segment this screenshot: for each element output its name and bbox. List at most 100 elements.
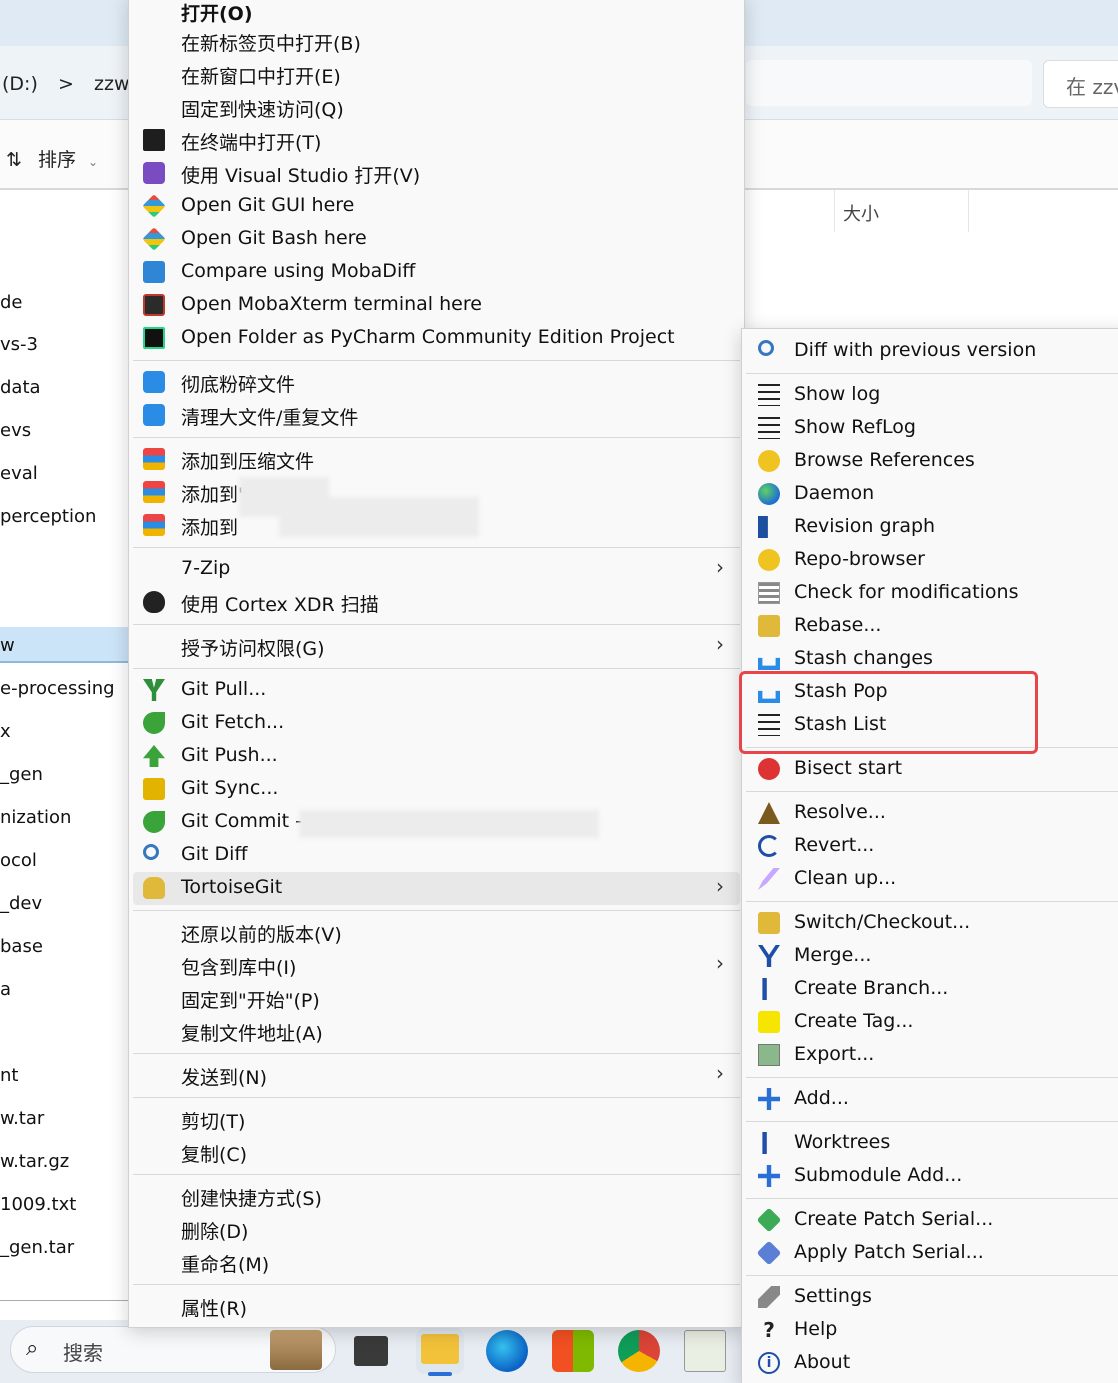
submenu-item[interactable]: Create Branch... xyxy=(746,973,1118,1006)
submenu-item[interactable]: Show log xyxy=(746,379,1118,412)
address-folder[interactable]: zzw xyxy=(94,73,130,95)
file-list-item[interactable]: de xyxy=(0,292,23,313)
menu-item[interactable]: 固定到"开始"(P) xyxy=(133,982,740,1015)
file-list-item[interactable]: evs xyxy=(0,420,31,441)
notepad-icon[interactable] xyxy=(684,1330,726,1372)
menu-item[interactable]: 发送到(N) › xyxy=(133,1059,740,1092)
explorer-search-input[interactable]: 在 zzv xyxy=(1043,60,1118,108)
menu-item[interactable]: Git Sync... xyxy=(133,773,740,806)
size-column-header[interactable]: 大小 xyxy=(834,190,969,232)
file-list-item[interactable]: base xyxy=(0,936,43,957)
submenu-item[interactable]: Show RefLog xyxy=(746,412,1118,445)
menu-item[interactable]: 还原以前的版本(V) xyxy=(133,916,740,949)
task-view-icon[interactable] xyxy=(354,1336,388,1366)
file-list-item[interactable]: nt xyxy=(0,1065,18,1086)
menu-item[interactable]: 复制(C) xyxy=(133,1136,740,1169)
menu-item[interactable]: 复制文件地址(A) xyxy=(133,1015,740,1048)
submenu-item[interactable]: Diff with previous version xyxy=(746,335,1118,368)
redacted-area xyxy=(299,810,599,838)
edge-icon[interactable] xyxy=(486,1330,528,1372)
menu-item[interactable]: 属性(R) xyxy=(133,1290,740,1323)
menu-item[interactable]: Git Pull... xyxy=(133,674,740,707)
menu-item[interactable]: 固定到快速访问(Q) xyxy=(133,91,740,124)
menu-item[interactable]: 在新标签页中打开(B) xyxy=(133,25,740,58)
submenu-item[interactable]: Export... xyxy=(746,1039,1118,1072)
store-icon[interactable] xyxy=(552,1330,594,1372)
submenu-item[interactable]: Switch/Checkout... xyxy=(746,907,1118,940)
submenu-item[interactable]: Worktrees xyxy=(746,1127,1118,1160)
menu-item[interactable]: Open Folder as PyCharm Community Edition… xyxy=(133,322,740,355)
file-list-item[interactable]: perception xyxy=(0,506,96,527)
menu-item[interactable]: Open Git Bash here xyxy=(133,223,740,256)
file-list-item[interactable]: e-processing xyxy=(0,678,115,699)
file-list-item[interactable]: ocol xyxy=(0,850,37,871)
address-bar-field[interactable] xyxy=(746,60,1032,106)
menu-item[interactable]: Open Git GUI here xyxy=(133,190,740,223)
chrome-icon[interactable] xyxy=(618,1330,660,1372)
submenu-item[interactable]: Clean up... xyxy=(746,863,1118,896)
file-list-item[interactable]: w.tar.gz xyxy=(0,1151,69,1172)
submenu-item-label: About xyxy=(794,1351,851,1373)
submenu-item[interactable]: Resolve... xyxy=(746,797,1118,830)
submenu-item[interactable]: Create Patch Serial... xyxy=(746,1204,1118,1237)
submenu-item[interactable]: Settings xyxy=(746,1281,1118,1314)
submenu-item[interactable]: ? Help xyxy=(746,1314,1118,1347)
submenu-item[interactable]: Rebase... xyxy=(746,610,1118,643)
menu-item[interactable]: 彻底粉碎文件 xyxy=(133,366,740,399)
submenu-item[interactable]: Check for modifications xyxy=(746,577,1118,610)
file-list-item[interactable]: a xyxy=(0,979,11,1000)
submenu-item[interactable]: Create Tag... xyxy=(746,1006,1118,1039)
menu-item[interactable]: 使用 Cortex XDR 扫描 xyxy=(133,586,740,619)
menu-item[interactable]: 7-Zip › xyxy=(133,553,740,586)
submenu-item[interactable]: Revision graph xyxy=(746,511,1118,544)
menu-item[interactable]: 删除(D) xyxy=(133,1213,740,1246)
menu-item[interactable]: 授予访问权限(G) › xyxy=(133,630,740,663)
file-list-item[interactable]: w.tar xyxy=(0,1108,44,1129)
menu-item[interactable]: Compare using MobaDiff xyxy=(133,256,740,289)
menu-separator xyxy=(133,1097,740,1098)
menu-item[interactable]: Git Fetch... xyxy=(133,707,740,740)
menu-item[interactable]: 重命名(M) xyxy=(133,1246,740,1279)
submenu-item[interactable]: i About xyxy=(746,1347,1118,1380)
menu-item[interactable]: 打开(O) xyxy=(133,0,740,28)
file-list-item[interactable]: w xyxy=(0,635,15,656)
menu-item[interactable]: 包含到库中(I) › xyxy=(133,949,740,982)
file-list-item[interactable]: _gen.tar xyxy=(0,1237,74,1258)
menu-item[interactable]: 在新窗口中打开(E) xyxy=(133,58,740,91)
submenu-item[interactable]: Browse References xyxy=(746,445,1118,478)
tortoisegit-icon xyxy=(143,877,165,899)
chevron-right-icon: › xyxy=(716,951,724,975)
submenu-item[interactable]: Submodule Add... xyxy=(746,1160,1118,1193)
menu-separator xyxy=(133,624,740,625)
sort-button[interactable]: ⇅ 排序 ⌄ xyxy=(6,145,98,172)
submenu-item[interactable]: Add... xyxy=(746,1083,1118,1116)
submenu-item[interactable]: Apply Patch Serial... xyxy=(746,1237,1118,1270)
submenu-item-label: Show log xyxy=(794,383,881,405)
submenu-item[interactable]: Daemon xyxy=(746,478,1118,511)
menu-item[interactable]: 创建快捷方式(S) xyxy=(133,1180,740,1213)
menu-item[interactable]: 清理大文件/重复文件 xyxy=(133,399,740,432)
menu-item[interactable]: Git Diff xyxy=(133,839,740,872)
file-list-item[interactable]: _gen xyxy=(0,764,43,785)
submenu-item[interactable]: Revert... xyxy=(746,830,1118,863)
menu-item-label: 打开(O) xyxy=(181,3,253,25)
menu-item[interactable]: TortoiseGit › xyxy=(133,872,740,905)
file-list-item[interactable]: nization xyxy=(0,807,71,828)
submenu-item[interactable]: Bisect start xyxy=(746,753,1118,786)
menu-item[interactable]: 剪切(T) xyxy=(133,1103,740,1136)
file-list-item[interactable]: data xyxy=(0,377,41,398)
menu-item[interactable]: 在终端中打开(T) xyxy=(133,124,740,157)
menu-item[interactable]: 使用 Visual Studio 打开(V) xyxy=(133,157,740,190)
submenu-item[interactable]: Merge... xyxy=(746,940,1118,973)
file-list-item[interactable]: _dev xyxy=(0,893,42,914)
file-list-item[interactable]: eval xyxy=(0,463,38,484)
file-list-item[interactable]: 1009.txt xyxy=(0,1194,76,1215)
menu-item[interactable]: 添加到压缩文件 xyxy=(133,443,740,476)
menu-item[interactable]: Open MobaXterm terminal here xyxy=(133,289,740,322)
file-list-item[interactable]: vs-3 xyxy=(0,334,38,355)
chevron-right-icon: › xyxy=(716,1061,724,1085)
file-list-item[interactable]: x xyxy=(0,721,11,742)
submenu-item[interactable]: Repo-browser xyxy=(746,544,1118,577)
menu-item[interactable]: Git Push... xyxy=(133,740,740,773)
address-drive[interactable]: (D:) xyxy=(2,73,38,95)
